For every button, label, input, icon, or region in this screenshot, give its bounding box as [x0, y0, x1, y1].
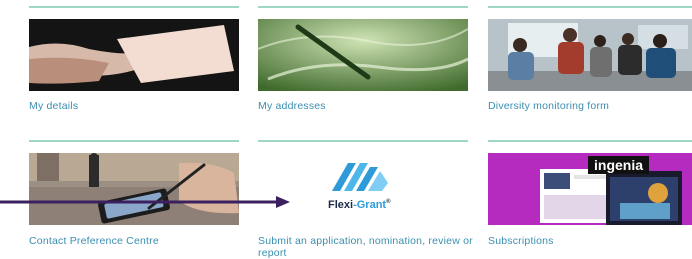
card-label[interactable]: Submit an application, nomination, revie… — [258, 235, 478, 259]
flexi-word: Flexi — [328, 199, 354, 211]
card-image-my-details[interactable] — [29, 19, 239, 91]
registered-mark: ® — [386, 199, 391, 205]
card-divider — [29, 6, 239, 8]
students-classroom-photo — [488, 19, 692, 91]
card-label[interactable]: My addresses — [258, 100, 478, 112]
card-image-flexi-grant[interactable]: Flexi-Grant® — [258, 153, 468, 225]
card-label[interactable]: My details — [29, 100, 249, 112]
card-image-subscriptions[interactable]: ingenia — [488, 153, 692, 225]
ingenia-title: ingenia — [588, 156, 650, 174]
card-label[interactable]: Diversity monitoring form — [488, 100, 692, 112]
card-divider — [29, 140, 239, 142]
flexi-grant-logo — [332, 163, 388, 191]
card-divider — [488, 140, 692, 142]
pen-document-photo — [258, 19, 468, 91]
card-divider — [258, 6, 468, 8]
pointer-arrow-icon — [0, 196, 290, 208]
card-label[interactable]: Subscriptions — [488, 235, 692, 247]
card-image-diversity[interactable] — [488, 19, 692, 91]
card-image-contact-preference[interactable] — [29, 153, 239, 225]
business-card-photo — [29, 19, 239, 91]
card-divider — [258, 140, 468, 142]
street-phone-photo — [29, 153, 239, 225]
grant-word: -Grant — [353, 199, 387, 211]
card-label[interactable]: Contact Preference Centre — [29, 235, 249, 247]
card-image-my-addresses[interactable] — [258, 19, 468, 91]
flexi-grant-wordmark: Flexi-Grant® — [328, 199, 391, 211]
card-divider — [488, 6, 692, 8]
